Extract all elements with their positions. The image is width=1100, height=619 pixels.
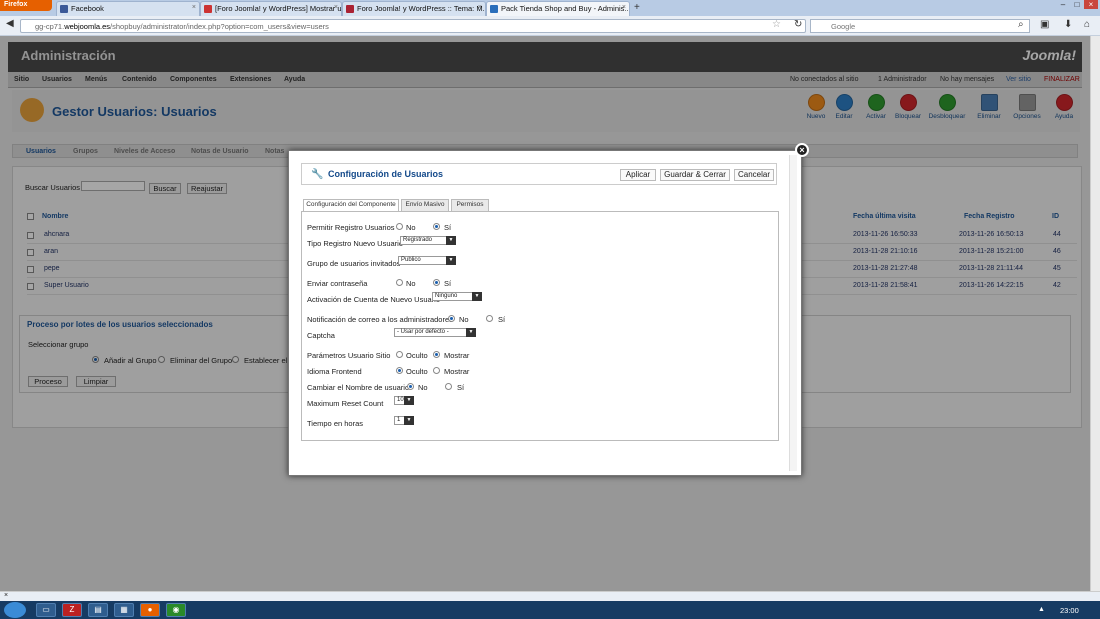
start-button[interactable] xyxy=(4,602,26,618)
tab-mass-mail[interactable]: Envío Masivo xyxy=(401,199,449,211)
taskbar-app-3[interactable]: ▤ xyxy=(88,603,108,617)
windows-taskbar: ▭ Z ▤ ▦ ● ◉ ▲ 23:00 xyxy=(0,601,1100,619)
close-addon-bar-icon[interactable]: × xyxy=(4,592,8,599)
chevron-down-icon: ▼ xyxy=(446,256,456,265)
tab-foro-2[interactable]: Foro Joomla! y WordPress :: Tema: M... × xyxy=(342,1,486,16)
modal-close-icon[interactable]: × xyxy=(795,143,809,157)
wrench-icon: 🔧 xyxy=(311,169,324,180)
guest-group-select[interactable]: Publico ▼ xyxy=(398,256,456,265)
chevron-down-icon: ▼ xyxy=(404,416,414,425)
url-domain: webjoomla.es xyxy=(64,22,111,31)
tab-foro-1[interactable]: [Foro Joomla! y WordPress] Mostrar u... … xyxy=(200,1,342,16)
allow-registration-label: Permitir Registro Usuarios xyxy=(307,223,395,232)
allow-registration-yes-radio[interactable] xyxy=(433,223,440,230)
tab-label: [Foro Joomla! y WordPress] Mostrar u... xyxy=(215,4,342,13)
tab-label: Pack Tienda Shop and Buy - Adminis... xyxy=(501,4,630,13)
maximize-icon[interactable]: □ xyxy=(1070,0,1084,9)
hours-label: Tiempo en horas xyxy=(307,419,364,428)
change-username-label: Cambiar el Nombre de usuario xyxy=(307,383,410,392)
reload-icon[interactable]: ↻ xyxy=(794,19,802,30)
taskbar-app-4[interactable]: ▦ xyxy=(114,603,134,617)
chevron-down-icon: ▼ xyxy=(466,328,476,337)
browser-nav-bar: ◀ gg-cp71.webjoomla.es/shopbuy/administr… xyxy=(0,16,1100,36)
new-user-type-select[interactable]: Registrado ▼ xyxy=(400,236,456,245)
frontend-params-hide-radio[interactable] xyxy=(396,351,403,358)
activation-select[interactable]: Ninguno ▼ xyxy=(432,292,482,301)
tray-arrow-icon[interactable]: ▲ xyxy=(1038,606,1045,613)
captcha-select[interactable]: - Usar por defecto - ▼ xyxy=(394,328,476,337)
tab-permissions[interactable]: Permisos xyxy=(451,199,489,211)
close-tab-icon[interactable]: × xyxy=(622,4,626,11)
frontend-lang-label: Idioma Frontend xyxy=(307,367,362,376)
browser-status-bar: × xyxy=(0,591,1100,601)
taskbar-app-1[interactable]: ▭ xyxy=(36,603,56,617)
chevron-down-icon: ▼ xyxy=(446,236,456,245)
joomla-icon xyxy=(490,5,498,13)
url-prefix: gg-cp71. xyxy=(35,22,65,31)
frontend-lang-show-radio[interactable] xyxy=(433,367,440,374)
forum-icon xyxy=(346,5,354,13)
max-reset-label: Maximum Reset Count xyxy=(307,399,384,408)
bookmark-star-icon[interactable]: ☆ xyxy=(772,19,781,30)
search-box[interactable]: Google xyxy=(810,19,1030,33)
close-tab-icon[interactable]: × xyxy=(478,4,482,11)
clock: 23:00 xyxy=(1060,606,1079,615)
hours-select[interactable]: 1 ▼ xyxy=(394,416,414,425)
max-reset-select[interactable]: 10 ▼ xyxy=(394,396,414,405)
send-password-label: Enviar contraseña xyxy=(307,279,368,288)
admin-notify-no-radio[interactable] xyxy=(448,315,455,322)
tab-facebook[interactable]: Facebook × xyxy=(56,1,200,16)
taskbar-chrome[interactable]: ◉ xyxy=(166,603,186,617)
back-icon[interactable]: ◀ xyxy=(6,18,14,29)
home-icon[interactable]: ⌂ xyxy=(1084,19,1090,30)
config-panel: Permitir Registro Usuarios No Sí Tipo Re… xyxy=(301,211,779,441)
download-icon[interactable]: ⬇ xyxy=(1064,19,1072,30)
tab-label: Facebook xyxy=(71,4,104,13)
browser-tab-bar: Firefox Facebook × [Foro Joomla! y WordP… xyxy=(0,0,1100,16)
taskbar-firefox[interactable]: ● xyxy=(140,603,160,617)
new-tab-button[interactable]: + xyxy=(634,2,640,13)
close-tab-icon[interactable]: × xyxy=(192,4,196,11)
users-config-modal: 🔧 Configuración de Usuarios Aplicar Guar… xyxy=(288,150,802,476)
modal-title: Configuración de Usuarios xyxy=(328,169,444,179)
search-engine-label: Google xyxy=(831,22,856,31)
cancel-button[interactable]: Cancelar xyxy=(734,169,774,181)
admin-notify-yes-radio[interactable] xyxy=(486,315,493,322)
modal-scrollbar[interactable] xyxy=(789,155,797,471)
admin-notify-label: Notificación de correo a los administrad… xyxy=(307,315,453,324)
url-path: /shopbuy/administrator/index.php?option=… xyxy=(110,22,329,31)
save-close-button[interactable]: Guardar & Cerrar xyxy=(660,169,730,181)
minimize-icon[interactable]: – xyxy=(1056,0,1070,9)
allow-registration-no-radio[interactable] xyxy=(396,223,403,230)
close-window-icon[interactable]: × xyxy=(1084,0,1098,9)
tab-label: Foro Joomla! y WordPress :: Tema: M... xyxy=(357,4,486,13)
frontend-params-label: Parámetros Usuario Sitio xyxy=(307,351,391,360)
firefox-menu-button[interactable]: Firefox xyxy=(0,0,52,11)
send-password-yes-radio[interactable] xyxy=(433,279,440,286)
change-username-yes-radio[interactable] xyxy=(445,383,452,390)
guest-group-label: Grupo de usuarios invitados xyxy=(307,259,401,268)
page-scrollbar[interactable] xyxy=(1090,36,1100,591)
url-bar[interactable]: gg-cp71.webjoomla.es/shopbuy/administrat… xyxy=(20,19,806,33)
modal-header: 🔧 Configuración de Usuarios Aplicar Guar… xyxy=(301,163,777,185)
gmail-icon xyxy=(204,5,212,13)
search-icon[interactable]: ⌕ xyxy=(1018,19,1024,30)
apply-button[interactable]: Aplicar xyxy=(620,169,656,181)
window-icon[interactable]: ▣ xyxy=(1040,19,1049,30)
frontend-lang-hide-radio[interactable] xyxy=(396,367,403,374)
send-password-no-radio[interactable] xyxy=(396,279,403,286)
facebook-icon xyxy=(60,5,68,13)
activation-label: Activación de Cuenta de Nuevo Usuario xyxy=(307,295,440,304)
tab-pack-tienda[interactable]: Pack Tienda Shop and Buy - Adminis... × xyxy=(486,1,630,16)
captcha-label: Captcha xyxy=(307,331,335,340)
chevron-down-icon: ▼ xyxy=(404,396,414,405)
taskbar-app-2[interactable]: Z xyxy=(62,603,82,617)
change-username-no-radio[interactable] xyxy=(407,383,414,390)
new-user-type-label: Tipo Registro Nuevo Usuario xyxy=(307,239,404,248)
frontend-params-show-radio[interactable] xyxy=(433,351,440,358)
chevron-down-icon: ▼ xyxy=(472,292,482,301)
close-tab-icon[interactable]: × xyxy=(334,4,338,11)
